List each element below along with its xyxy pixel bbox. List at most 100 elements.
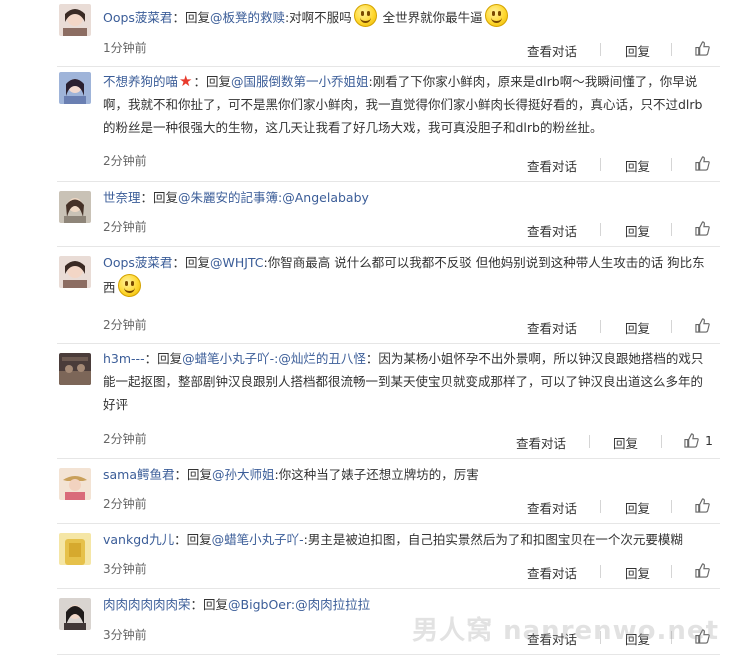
divider [600, 500, 601, 513]
divider [671, 565, 672, 578]
divider [671, 158, 672, 171]
comment-text: Oops菠菜君：回复@板凳的救赎:对啊不服吗 全世界就你最牛逼 [103, 4, 706, 29]
smile-emoji-icon [117, 274, 141, 297]
mention-link[interactable]: @朱麗安的記事簿 [178, 190, 278, 205]
reply-button[interactable]: 回复 [625, 318, 650, 337]
like-button[interactable] [695, 318, 710, 333]
comment-username[interactable]: vankgd九儿 [103, 532, 174, 547]
comment-username[interactable]: h3m--- [103, 351, 145, 366]
mention-link[interactable]: @蜡笔小丸子吖-:@灿烂的丑八怪 [182, 351, 366, 366]
divider [661, 435, 662, 448]
comment-text: Oops菠菜君：回复@WHJTC:你智商最高 说什么都可以我都不反驳 但他妈别说… [103, 251, 706, 299]
smile-emoji-icon [353, 4, 377, 27]
divider [600, 565, 601, 578]
reply-prefix: ：回复 [174, 532, 212, 547]
reply-prefix: ：回复 [172, 10, 210, 25]
comment-username[interactable]: 不想养狗的喵 [103, 74, 178, 89]
comment-text: 不想养狗的喵★：回复@国服倒数第一小乔姐姐:刚看了下你家小鲜肉，原来是dlrb啊… [103, 70, 706, 139]
comment-text: sama鳄鱼君：回复@孙大师姐:你这种当了婊子还想立牌坊的，厉害 [103, 463, 706, 486]
mention-link[interactable]: @蜡笔小丸子吖- [212, 532, 304, 547]
thumbs-up-icon [695, 318, 710, 333]
reply-prefix: ：回复 [140, 190, 179, 205]
divider [600, 43, 601, 56]
comment-username[interactable]: Oops菠菜君 [103, 255, 172, 270]
divider [589, 435, 590, 448]
divider [600, 320, 601, 333]
mention-link[interactable]: @板凳的救赎 [210, 10, 285, 25]
thumbs-up-icon [695, 498, 710, 513]
avatar[interactable] [59, 256, 91, 288]
comment-body-continued: 全世界就你最牛逼 [382, 10, 483, 25]
view-conversation-link[interactable]: 查看对话 [527, 156, 577, 175]
reply-button[interactable]: 回复 [625, 563, 650, 582]
reply-button[interactable]: 回复 [625, 221, 650, 240]
comment-time: 3分钟前 [103, 628, 147, 642]
mention-link[interactable]: @BigbOer [228, 597, 291, 612]
view-conversation-link[interactable]: 查看对话 [527, 318, 577, 337]
site-watermark: 男人窝 nanrenwo.net [412, 616, 719, 646]
avatar[interactable] [59, 72, 91, 104]
mention-link[interactable]: @WHJTC [210, 255, 264, 270]
comment-time: 2分钟前 [103, 432, 147, 446]
thumbs-up-icon [695, 563, 710, 578]
comment-username[interactable]: 世奈理 [103, 190, 141, 205]
reply-button[interactable]: 回复 [625, 41, 650, 60]
comment-text: 世奈理：回复@朱麗安的記事簿:@Angelababy [103, 186, 706, 209]
view-conversation-link[interactable]: 查看对话 [516, 433, 566, 452]
comment-text: h3m---：回复@蜡笔小丸子吖-:@灿烂的丑八怪：因为某杨小姐怀孕不出外景啊，… [103, 347, 706, 416]
divider [600, 158, 601, 171]
comment-body: :你这种当了婊子还想立牌坊的，厉害 [274, 467, 479, 482]
vip-star-icon: ★ [179, 72, 193, 90]
comment-username[interactable]: sama鳄鱼君 [103, 467, 175, 482]
thumbs-up-icon [695, 156, 710, 171]
like-button[interactable]: 1 [684, 433, 713, 448]
view-conversation-link[interactable]: 查看对话 [527, 221, 577, 240]
reply-prefix: ：回复 [174, 467, 213, 482]
comment-item: Oops菠菜君：回复@WHJTC:你智商最高 说什么都可以我都不反驳 但他妈别说… [57, 246, 720, 344]
avatar[interactable] [59, 353, 91, 385]
reply-prefix: ：回复 [144, 351, 183, 366]
mention-link[interactable]: @国服倒数第一小乔姐姐 [231, 74, 369, 89]
thumbs-up-icon [695, 221, 710, 236]
comment-item: sama鳄鱼君：回复@孙大师姐:你这种当了婊子还想立牌坊的，厉害 2分钟前 查看… [57, 458, 720, 524]
like-button[interactable] [695, 156, 710, 171]
thumbs-up-icon [695, 41, 710, 56]
mention-link[interactable]: @孙大师姐 [212, 467, 275, 482]
comment-body: :男主是被迫扣图，自己拍实景然后为了和扣图宝贝在一个次元要模糊 [303, 532, 683, 547]
thumbs-up-icon [684, 433, 699, 448]
reply-button[interactable]: 回复 [625, 156, 650, 175]
view-conversation-link[interactable]: 查看对话 [527, 41, 577, 60]
comment-username[interactable]: 肉肉肉肉肉肉荣 [103, 597, 191, 612]
divider [671, 223, 672, 236]
comment-item: 不想养狗的喵★：回复@国服倒数第一小乔姐姐:刚看了下你家小鲜肉，原来是dlrb啊… [57, 66, 720, 182]
mention-link[interactable]: :@肉肉拉拉拉 [291, 597, 370, 612]
view-conversation-link[interactable]: 查看对话 [527, 563, 577, 582]
divider [671, 500, 672, 513]
like-button[interactable] [695, 41, 710, 56]
like-button[interactable] [695, 563, 710, 578]
comment-item: h3m---：回复@蜡笔小丸子吖-:@灿烂的丑八怪：因为某杨小姐怀孕不出外景啊，… [57, 343, 720, 459]
avatar[interactable] [59, 4, 91, 36]
avatar[interactable] [59, 468, 91, 500]
like-button[interactable] [695, 498, 710, 513]
comment-time: 2分钟前 [103, 220, 147, 234]
comment-time: 1分钟前 [103, 41, 147, 55]
mention-link[interactable]: :@Angelababy [278, 190, 369, 205]
comment-item: vankgd九儿：回复@蜡笔小丸子吖-:男主是被迫扣图，自己拍实景然后为了和扣图… [57, 523, 720, 589]
divider [671, 320, 672, 333]
avatar[interactable] [59, 191, 91, 223]
divider [600, 223, 601, 236]
reply-button[interactable]: 回复 [613, 433, 638, 452]
reply-prefix: ：回复 [193, 74, 231, 89]
reply-prefix: ：回复 [172, 255, 210, 270]
view-conversation-link[interactable]: 查看对话 [527, 498, 577, 517]
comment-body: :对啊不服吗 [284, 10, 352, 25]
like-button[interactable] [695, 221, 710, 236]
comment-time: 3分钟前 [103, 562, 147, 576]
comment-item: 世奈理：回复@朱麗安的記事簿:@Angelababy 2分钟前 查看对话 回复 [57, 181, 720, 247]
reply-button[interactable]: 回复 [625, 498, 650, 517]
comment-time: 2分钟前 [103, 497, 147, 511]
comment-username[interactable]: Oops菠菜君 [103, 10, 172, 25]
avatar[interactable] [59, 533, 91, 565]
avatar[interactable] [59, 598, 91, 630]
